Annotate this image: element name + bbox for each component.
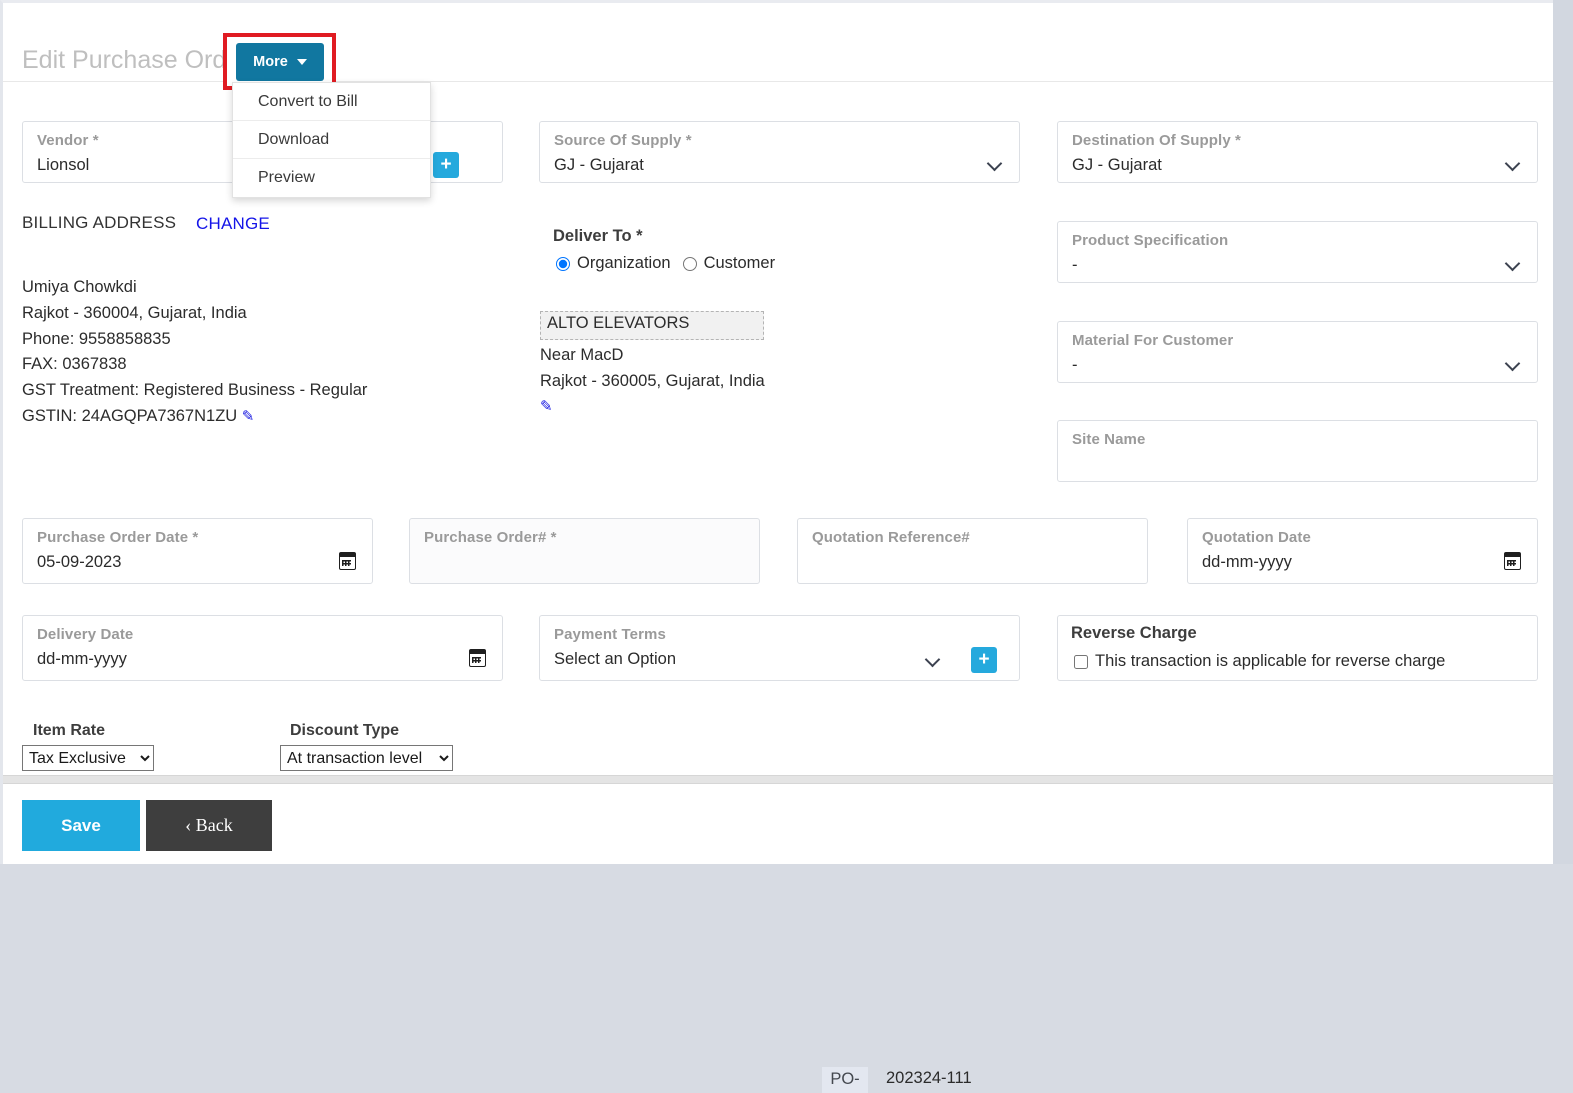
add-payment-term-button[interactable]: + <box>971 647 997 673</box>
back-button[interactable]: ‹ Back <box>146 800 272 851</box>
payment-terms-field[interactable]: Payment Terms Select an Option + <box>539 615 1020 681</box>
chevron-down-icon[interactable] <box>1506 258 1521 267</box>
more-button-label: More <box>253 54 288 70</box>
menu-item-convert-to-bill[interactable]: Convert to Bill <box>233 83 430 121</box>
purchase-order-date-label: Purchase Order Date * <box>37 529 199 546</box>
footer-divider <box>3 775 1556 784</box>
material-for-customer-value: - <box>1072 356 1078 374</box>
payment-terms-label: Payment Terms <box>554 626 666 643</box>
source-of-supply-field[interactable]: Source Of Supply * GJ - Gujarat <box>539 121 1020 183</box>
destination-of-supply-label: Destination Of Supply * <box>1072 132 1241 149</box>
radio-organization[interactable] <box>556 256 570 271</box>
delivery-date-field[interactable]: Delivery Date dd-mm-yyyy <box>22 615 503 681</box>
billing-address-heading: BILLING ADDRESS <box>22 213 177 232</box>
product-specification-field[interactable]: Product Specification - <box>1057 221 1538 283</box>
chevron-down-icon <box>296 59 307 65</box>
delivery-organization-name[interactable]: ALTO ELEVATORS <box>540 311 764 340</box>
billing-address-line: Rajkot - 360004, Gujarat, India <box>22 303 247 322</box>
quotation-date-value: dd-mm-yyyy <box>1202 553 1292 571</box>
delivery-address-block: Near MacD Rajkot - 360005, Gujarat, Indi… <box>540 343 765 420</box>
purchase-order-date-field[interactable]: Purchase Order Date * 05-09-2023 <box>22 518 373 584</box>
purchase-order-page: Edit Purchase Order More Convert to Bill… <box>0 0 1556 1093</box>
quotation-date-field[interactable]: Quotation Date dd-mm-yyyy <box>1187 518 1538 584</box>
pencil-icon[interactable]: ✎ <box>242 404 255 430</box>
delivery-date-value: dd-mm-yyyy <box>37 650 127 668</box>
source-of-supply-value: GJ - Gujarat <box>554 156 644 174</box>
payment-terms-value: Select an Option <box>554 650 676 668</box>
quotation-reference-label: Quotation Reference# <box>812 529 970 546</box>
billing-address-block: Umiya Chowkdi Rajkot - 360004, Gujarat, … <box>22 275 367 430</box>
quotation-reference-field[interactable]: Quotation Reference# <box>797 518 1148 584</box>
billing-address-line: Phone: 9558858835 <box>22 329 171 348</box>
purchase-order-number-field[interactable]: Purchase Order# * PO- <box>409 518 1144 1093</box>
more-button[interactable]: More <box>236 43 324 81</box>
add-vendor-button[interactable]: + <box>433 152 459 178</box>
save-button[interactable]: Save <box>22 800 140 851</box>
radio-customer-label[interactable]: Customer <box>704 254 776 273</box>
discount-type-label: Discount Type <box>290 722 400 739</box>
billing-gstin-line: GSTIN: 24AGQPA7367N1ZU ✎ <box>22 404 367 430</box>
purchase-order-date-value: 05-09-2023 <box>37 553 122 571</box>
product-specification-label: Product Specification <box>1072 232 1229 249</box>
vendor-value: Lionsol <box>37 156 90 174</box>
material-for-customer-field[interactable]: Material For Customer - <box>1057 321 1538 383</box>
calendar-icon[interactable] <box>469 649 486 667</box>
delivery-address-line: Rajkot - 360005, Gujarat, India <box>540 371 765 390</box>
reverse-charge-checkbox[interactable] <box>1074 654 1088 669</box>
calendar-icon[interactable] <box>1504 552 1521 570</box>
reverse-charge-checkbox-label[interactable]: This transaction is applicable for rever… <box>1095 652 1445 671</box>
menu-item-download[interactable]: Download <box>233 121 430 159</box>
page-title: Edit Purchase Order <box>22 46 249 74</box>
source-of-supply-label: Source Of Supply * <box>554 132 692 149</box>
reverse-charge-field: Reverse Charge This transaction is appli… <box>1057 615 1538 681</box>
more-dropdown-menu[interactable]: Convert to Bill Download Preview <box>232 82 431 198</box>
item-rate-select[interactable]: Tax Exclusive Tax Inclusive <box>22 745 154 771</box>
quotation-date-label: Quotation Date <box>1202 529 1311 546</box>
site-name-label: Site Name <box>1072 431 1146 448</box>
deliver-to-radio-group[interactable]: Organization Customer <box>556 254 783 273</box>
item-rate-label: Item Rate <box>33 722 106 739</box>
radio-customer[interactable] <box>682 256 697 271</box>
billing-gstin-text: GSTIN: 24AGQPA7367N1ZU <box>22 406 238 425</box>
change-billing-address-link[interactable]: CHANGE <box>196 214 270 234</box>
purchase-order-prefix: PO- <box>822 1067 868 1093</box>
purchase-order-number-label: Purchase Order# * <box>424 529 557 546</box>
deliver-to-label: Deliver To * <box>553 227 643 245</box>
reverse-charge-row[interactable]: This transaction is applicable for rever… <box>1074 652 1445 671</box>
vendor-label: Vendor * <box>37 132 99 149</box>
delivery-address-line: Near MacD <box>540 346 624 364</box>
reverse-charge-title: Reverse Charge <box>1071 624 1197 642</box>
chevron-down-icon[interactable] <box>1506 158 1521 167</box>
radio-organization-label[interactable]: Organization <box>577 254 671 273</box>
chevron-down-icon[interactable] <box>988 158 1003 167</box>
chevron-down-icon[interactable] <box>926 654 941 663</box>
purchase-order-number-input[interactable] <box>884 1068 1144 1089</box>
destination-of-supply-value: GJ - Gujarat <box>1072 156 1162 174</box>
product-specification-value: - <box>1072 256 1078 274</box>
chevron-down-icon[interactable] <box>1506 358 1521 367</box>
material-for-customer-label: Material For Customer <box>1072 332 1234 349</box>
billing-address-line: FAX: 0367838 <box>22 355 127 374</box>
menu-item-preview[interactable]: Preview <box>233 159 430 197</box>
delivery-date-label: Delivery Date <box>37 626 134 643</box>
calendar-icon[interactable] <box>339 552 356 570</box>
page-scrollbar[interactable] <box>1553 0 1573 864</box>
billing-address-line: Umiya Chowkdi <box>22 278 137 296</box>
destination-of-supply-field[interactable]: Destination Of Supply * GJ - Gujarat <box>1057 121 1538 183</box>
site-name-field[interactable]: Site Name <box>1057 420 1538 482</box>
page-header: Edit Purchase Order More <box>3 6 1553 90</box>
pencil-icon[interactable]: ✎ <box>540 394 553 420</box>
discount-type-select[interactable]: At transaction level At line item level <box>280 745 453 771</box>
billing-address-line: GST Treatment: Registered Business - Reg… <box>22 381 368 400</box>
